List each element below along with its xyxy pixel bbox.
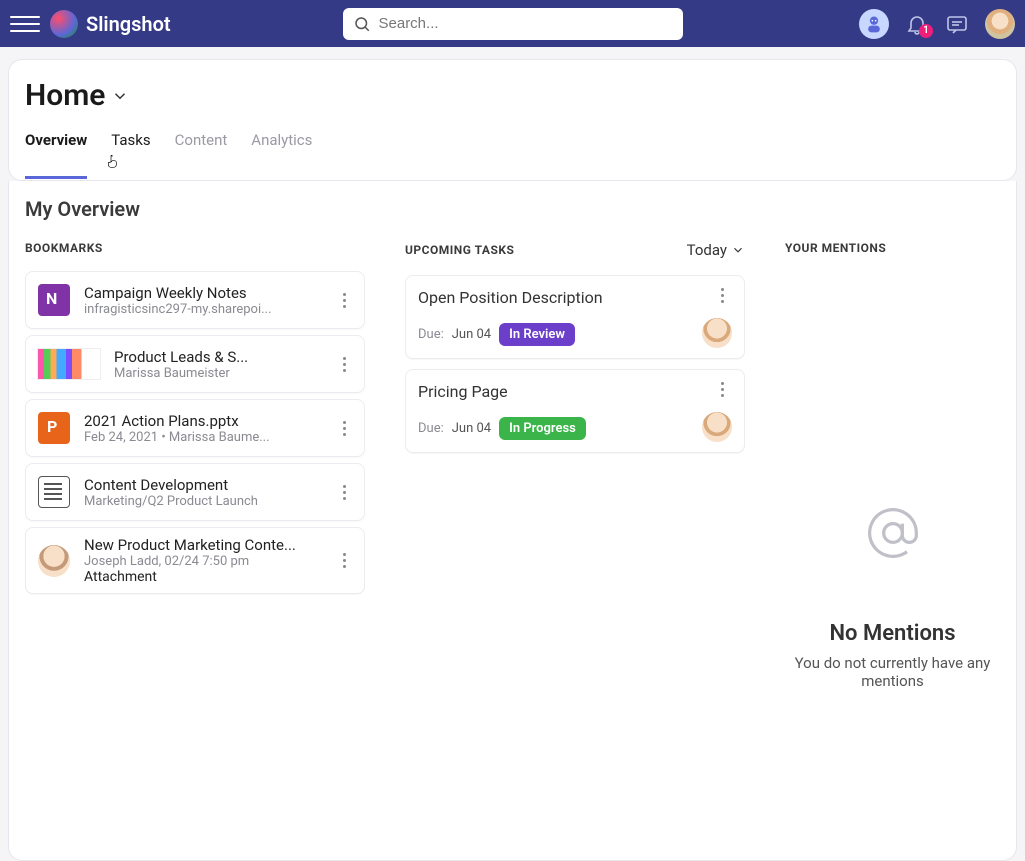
assistant-avatar-icon[interactable] bbox=[859, 9, 889, 39]
chart-thumbnail-icon bbox=[34, 344, 104, 384]
tabs: Overview Tasks Content Analytics bbox=[9, 119, 1016, 180]
tasks-filter-label: Today bbox=[687, 241, 727, 259]
tab-overview[interactable]: Overview bbox=[25, 131, 87, 179]
bot-face-icon bbox=[864, 14, 884, 34]
chat-icon bbox=[945, 12, 969, 36]
bookmark-title: Product Leads & S... bbox=[114, 348, 322, 366]
top-nav: Slingshot 1 bbox=[0, 0, 1025, 47]
bookmarks-heading: BOOKMARKS bbox=[25, 241, 365, 255]
brand[interactable]: Slingshot bbox=[50, 10, 171, 38]
mentions-column: YOUR MENTIONS No Mentions You do not cur… bbox=[785, 241, 1000, 690]
bookmark-title: New Product Marketing Conte... bbox=[84, 536, 322, 554]
hamburger-menu-icon[interactable] bbox=[10, 9, 40, 39]
mentions-empty-state: No Mentions You do not currently have an… bbox=[785, 505, 1000, 690]
bookmark-subtitle2: Attachment bbox=[84, 569, 322, 585]
bookmark-title: Content Development bbox=[84, 476, 322, 494]
mentions-empty-subtitle: You do not currently have any mentions bbox=[785, 654, 1000, 690]
task-due-label: Due: bbox=[418, 421, 444, 436]
cursor-pointer-icon bbox=[105, 153, 121, 171]
page-title[interactable]: Home bbox=[25, 78, 105, 113]
bookmark-title: Campaign Weekly Notes bbox=[84, 284, 322, 302]
bookmarks-list: Campaign Weekly Notes infragisticsinc297… bbox=[25, 271, 365, 594]
tab-content[interactable]: Content bbox=[175, 131, 228, 179]
bookmark-menu-button[interactable] bbox=[332, 485, 356, 500]
tasks-heading-row: UPCOMING TASKS Today bbox=[405, 241, 745, 259]
page-title-row: Home bbox=[9, 60, 1016, 119]
bookmark-subtitle: infragisticsinc297-my.sharepoi... bbox=[84, 302, 322, 317]
bookmark-title: 2021 Action Plans.pptx bbox=[84, 412, 322, 430]
bookmark-item[interactable]: New Product Marketing Conte... Joseph La… bbox=[25, 527, 365, 594]
user-avatar[interactable] bbox=[985, 9, 1015, 39]
at-sign-icon bbox=[785, 505, 1000, 561]
mentions-heading: YOUR MENTIONS bbox=[785, 241, 1000, 255]
bookmark-menu-button[interactable] bbox=[332, 357, 356, 372]
search-field[interactable] bbox=[343, 8, 683, 40]
bookmarks-column: BOOKMARKS Campaign Weekly Notes infragis… bbox=[25, 241, 365, 690]
document-icon bbox=[34, 472, 74, 512]
bookmark-item[interactable]: Content Development Marketing/Q2 Product… bbox=[25, 463, 365, 521]
powerpoint-icon bbox=[34, 408, 74, 448]
task-menu-button[interactable] bbox=[710, 288, 734, 303]
status-badge: In Progress bbox=[499, 417, 586, 440]
bookmark-subtitle: Marketing/Q2 Product Launch bbox=[84, 494, 322, 509]
notification-badge: 1 bbox=[919, 24, 933, 38]
bookmark-menu-button[interactable] bbox=[332, 293, 356, 308]
bookmark-item[interactable]: Campaign Weekly Notes infragisticsinc297… bbox=[25, 271, 365, 329]
content-card: My Overview BOOKMARKS Campaign Weekly No… bbox=[8, 181, 1017, 861]
notifications-button[interactable]: 1 bbox=[905, 12, 929, 36]
search-icon bbox=[353, 15, 371, 33]
tab-analytics[interactable]: Analytics bbox=[251, 131, 312, 179]
topnav-right: 1 bbox=[859, 9, 1015, 39]
overview-columns: BOOKMARKS Campaign Weekly Notes infragis… bbox=[25, 241, 1000, 690]
chevron-down-icon[interactable] bbox=[111, 87, 129, 105]
task-due-value: Jun 04 bbox=[452, 421, 491, 436]
search-wrap bbox=[343, 8, 683, 40]
tab-tasks-label: Tasks bbox=[111, 131, 150, 149]
messages-button[interactable] bbox=[945, 12, 969, 36]
search-input[interactable] bbox=[379, 15, 673, 32]
task-due-value: Jun 04 bbox=[452, 327, 491, 342]
bookmark-item[interactable]: Product Leads & S... Marissa Baumeister bbox=[25, 335, 365, 393]
assignee-avatar[interactable] bbox=[702, 318, 732, 348]
tasks-column: UPCOMING TASKS Today Open Position Descr… bbox=[405, 241, 745, 690]
page-header-card: Home Overview Tasks Content Analytics bbox=[8, 59, 1017, 181]
bookmark-menu-button[interactable] bbox=[332, 553, 356, 568]
bookmark-menu-button[interactable] bbox=[332, 421, 356, 436]
task-title: Open Position Description bbox=[418, 288, 732, 307]
bookmark-subtitle: Feb 24, 2021 • Marissa Baume... bbox=[84, 430, 322, 445]
bookmark-item[interactable]: 2021 Action Plans.pptx Feb 24, 2021 • Ma… bbox=[25, 399, 365, 457]
chevron-down-icon bbox=[731, 243, 745, 257]
task-item[interactable]: Open Position Description Due: Jun 04 In… bbox=[405, 275, 745, 359]
task-item[interactable]: Pricing Page Due: Jun 04 In Progress bbox=[405, 369, 745, 453]
bookmark-subtitle: Joseph Ladd, 02/24 7:50 pm bbox=[84, 554, 322, 569]
status-badge: In Review bbox=[499, 323, 575, 346]
onenote-icon bbox=[34, 280, 74, 320]
mentions-empty-title: No Mentions bbox=[785, 621, 1000, 646]
assignee-avatar[interactable] bbox=[702, 412, 732, 442]
tasks-heading: UPCOMING TASKS bbox=[405, 243, 514, 257]
tab-tasks[interactable]: Tasks bbox=[111, 131, 150, 179]
brand-name: Slingshot bbox=[86, 12, 171, 36]
person-avatar-icon bbox=[34, 541, 74, 581]
brand-logo-icon bbox=[50, 10, 78, 38]
task-title: Pricing Page bbox=[418, 382, 732, 401]
tasks-filter-dropdown[interactable]: Today bbox=[687, 241, 745, 259]
task-due-label: Due: bbox=[418, 327, 444, 342]
task-menu-button[interactable] bbox=[710, 382, 734, 397]
section-title: My Overview bbox=[25, 197, 1000, 221]
bookmark-subtitle: Marissa Baumeister bbox=[114, 366, 322, 381]
